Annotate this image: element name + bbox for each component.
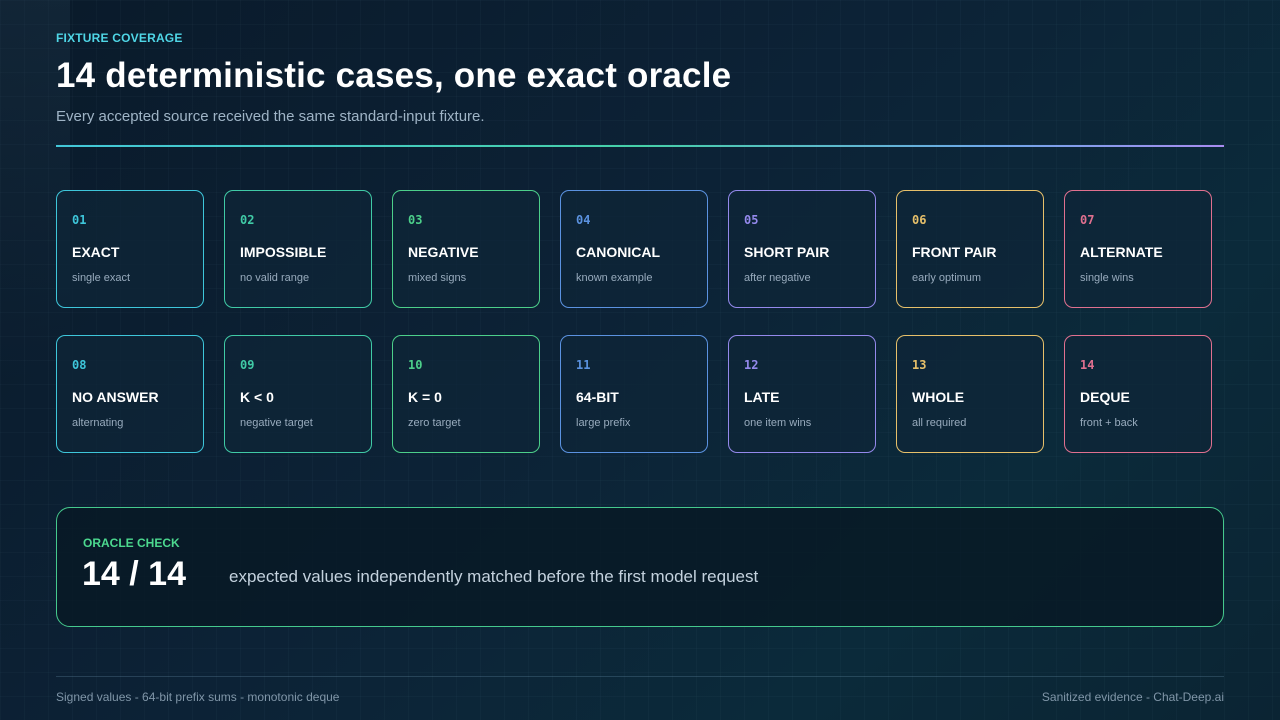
footer-divider bbox=[56, 676, 1224, 677]
case-description: alternating bbox=[72, 417, 124, 429]
case-name: NO ANSWER bbox=[72, 389, 159, 405]
case-number: 01 bbox=[72, 213, 87, 227]
footer-right-text: Sanitized evidence - Chat-Deep.ai bbox=[1041, 690, 1224, 704]
case-name: WHOLE bbox=[912, 389, 965, 405]
case-number: 10 bbox=[408, 358, 423, 372]
case-description: single exact bbox=[72, 272, 131, 284]
case-number: 12 bbox=[744, 358, 759, 372]
case-card-10: 10 K = 0 zero target bbox=[392, 335, 540, 453]
oracle-check-panel: ORACLE CHECK 14 / 14 expected values ind… bbox=[56, 507, 1224, 627]
case-description: large prefix bbox=[576, 417, 631, 429]
oracle-label: ORACLE CHECK bbox=[83, 536, 180, 550]
case-description: early optimum bbox=[912, 272, 982, 284]
case-description: all required bbox=[912, 417, 967, 429]
case-card-09: 09 K < 0 negative target bbox=[224, 335, 372, 453]
case-number: 14 bbox=[1080, 358, 1095, 372]
case-card-01: 01 EXACT single exact bbox=[56, 190, 204, 308]
case-description: mixed signs bbox=[408, 272, 467, 284]
header-divider bbox=[56, 145, 1224, 147]
case-description: no valid range bbox=[240, 272, 310, 284]
case-name: ALTERNATE bbox=[1080, 244, 1163, 260]
footer-left-text: Signed values - 64-bit prefix sums - mon… bbox=[56, 690, 340, 704]
case-number: 06 bbox=[912, 213, 927, 227]
case-card-08: 08 NO ANSWER alternating bbox=[56, 335, 204, 453]
case-description: negative target bbox=[240, 417, 313, 429]
case-description: single wins bbox=[1080, 272, 1134, 284]
case-number: 05 bbox=[744, 213, 759, 227]
section-eyebrow: FIXTURE COVERAGE bbox=[56, 31, 183, 45]
case-name: CANONICAL bbox=[576, 244, 660, 260]
case-card-14: 14 DEQUE front + back bbox=[1064, 335, 1212, 453]
case-grid: 01 EXACT single exact 02 IMPOSSIBLE no v… bbox=[56, 190, 1212, 453]
case-card-12: 12 LATE one item wins bbox=[728, 335, 876, 453]
case-name: NEGATIVE bbox=[408, 244, 479, 260]
case-number: 02 bbox=[240, 213, 255, 227]
oracle-description: expected values independently matched be… bbox=[229, 567, 759, 586]
oracle-score: 14 / 14 bbox=[82, 555, 186, 593]
page-subtitle: Every accepted source received the same … bbox=[56, 108, 485, 125]
case-card-02: 02 IMPOSSIBLE no valid range bbox=[224, 190, 372, 308]
case-number: 07 bbox=[1080, 213, 1095, 227]
case-name: IMPOSSIBLE bbox=[240, 244, 327, 260]
case-name: K < 0 bbox=[240, 389, 274, 405]
case-card-13: 13 WHOLE all required bbox=[896, 335, 1044, 453]
case-card-07: 07 ALTERNATE single wins bbox=[1064, 190, 1212, 308]
case-description: known example bbox=[576, 272, 653, 284]
case-name: EXACT bbox=[72, 244, 120, 260]
case-number: 11 bbox=[576, 358, 591, 372]
case-name: DEQUE bbox=[1080, 389, 1130, 405]
case-number: 09 bbox=[240, 358, 255, 372]
case-number: 08 bbox=[72, 358, 87, 372]
case-description: zero target bbox=[408, 417, 461, 429]
case-name: FRONT PAIR bbox=[912, 244, 997, 260]
case-description: after negative bbox=[744, 272, 811, 284]
case-number: 04 bbox=[576, 213, 591, 227]
case-card-06: 06 FRONT PAIR early optimum bbox=[896, 190, 1044, 308]
case-description: front + back bbox=[1080, 417, 1138, 429]
case-card-05: 05 SHORT PAIR after negative bbox=[728, 190, 876, 308]
case-name: SHORT PAIR bbox=[744, 244, 830, 260]
page-title: 14 deterministic cases, one exact oracle bbox=[56, 56, 732, 95]
case-card-03: 03 NEGATIVE mixed signs bbox=[392, 190, 540, 308]
case-name: K = 0 bbox=[408, 389, 442, 405]
case-description: one item wins bbox=[744, 417, 812, 429]
case-card-11: 11 64-BIT large prefix bbox=[560, 335, 708, 453]
case-name: LATE bbox=[744, 389, 780, 405]
case-card-04: 04 CANONICAL known example bbox=[560, 190, 708, 308]
case-number: 03 bbox=[408, 213, 423, 227]
case-number: 13 bbox=[912, 358, 927, 372]
case-name: 64-BIT bbox=[576, 389, 619, 405]
